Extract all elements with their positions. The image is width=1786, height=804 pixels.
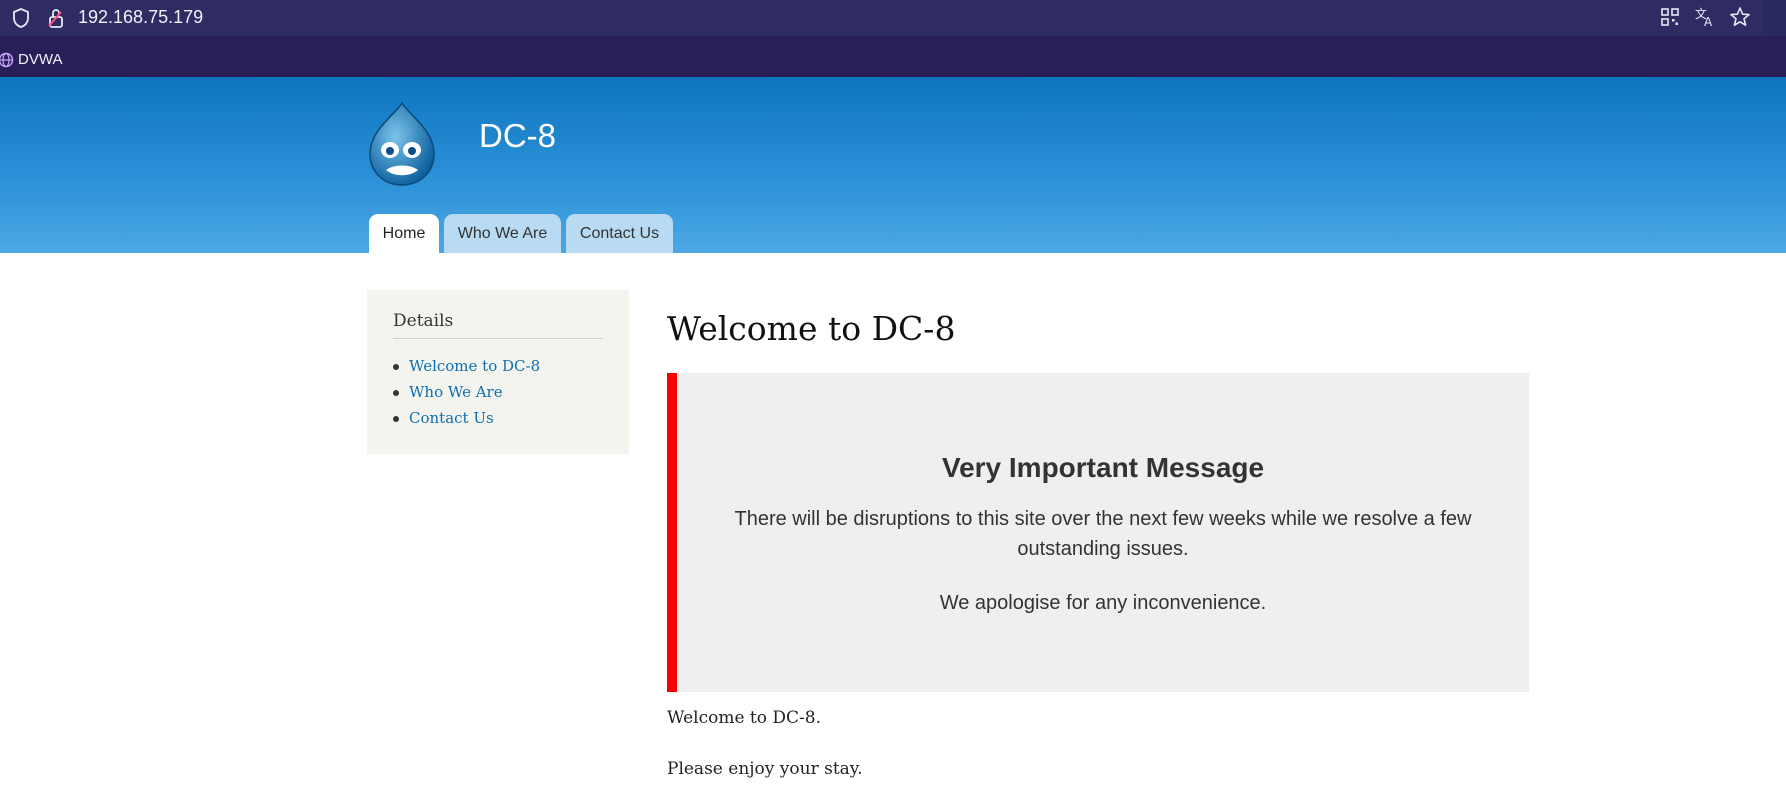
site-name[interactable]: DC-8 (479, 116, 556, 156)
url-text[interactable]: 192.168.75.179 (78, 6, 203, 28)
message-body: There will be disruptions to this site o… (734, 508, 1472, 560)
tab-home-label: Home (382, 225, 426, 242)
tab-who-we-are[interactable]: Who We Are (444, 214, 561, 253)
sidebar-item-contact-us: Contact Us (393, 408, 494, 428)
important-message-box: Very Important Message There will be dis… (667, 373, 1529, 692)
tab-home[interactable]: Home (369, 214, 439, 253)
tab-contact-us[interactable]: Contact Us (566, 214, 673, 253)
translate-icon[interactable]: 文 A (1694, 6, 1716, 28)
shield-icon[interactable] (11, 7, 31, 29)
lock-icon[interactable] (46, 6, 66, 30)
site-header (0, 77, 1786, 253)
browser-url-bar (0, 0, 1786, 36)
bullet (393, 390, 399, 396)
bullet (393, 364, 399, 370)
bookmark-dvwa[interactable]: DVWA (18, 50, 62, 70)
bullet (393, 416, 399, 422)
sidebar-details-block: Details Welcome to DC-8 Who We Are Conta… (367, 290, 629, 454)
enjoy-paragraph: Please enjoy your stay. (667, 759, 863, 779)
svg-text:A: A (1704, 15, 1713, 28)
sidebar-link-contact-us[interactable]: Contact Us (409, 409, 494, 427)
message-title: Very Important Message (941, 452, 1265, 483)
sidebar-link-who-we-are[interactable]: Who We Are (409, 383, 503, 401)
tab-contact-us-label: Contact Us (579, 225, 660, 242)
sidebar-divider (393, 338, 603, 339)
message-apology: We apologise for any inconvenience. (939, 592, 1267, 614)
sidebar-link-welcome[interactable]: Welcome to DC-8 (409, 357, 540, 375)
welcome-paragraph: Welcome to DC-8. (667, 708, 821, 728)
qr-code-icon[interactable] (1660, 7, 1680, 27)
star-icon[interactable] (1729, 6, 1751, 28)
drupal-logo[interactable] (364, 100, 440, 188)
sidebar-item-welcome: Welcome to DC-8 (393, 356, 540, 376)
url-field-background[interactable] (0, 0, 1762, 34)
bookmarks-bar (0, 36, 1786, 77)
sidebar-title: Details (393, 311, 454, 331)
page-title: Welcome to DC-8 (667, 309, 956, 348)
globe-icon (0, 52, 14, 68)
tab-who-we-are-label: Who We Are (457, 225, 548, 242)
sidebar-item-who-we-are: Who We Are (393, 382, 503, 402)
